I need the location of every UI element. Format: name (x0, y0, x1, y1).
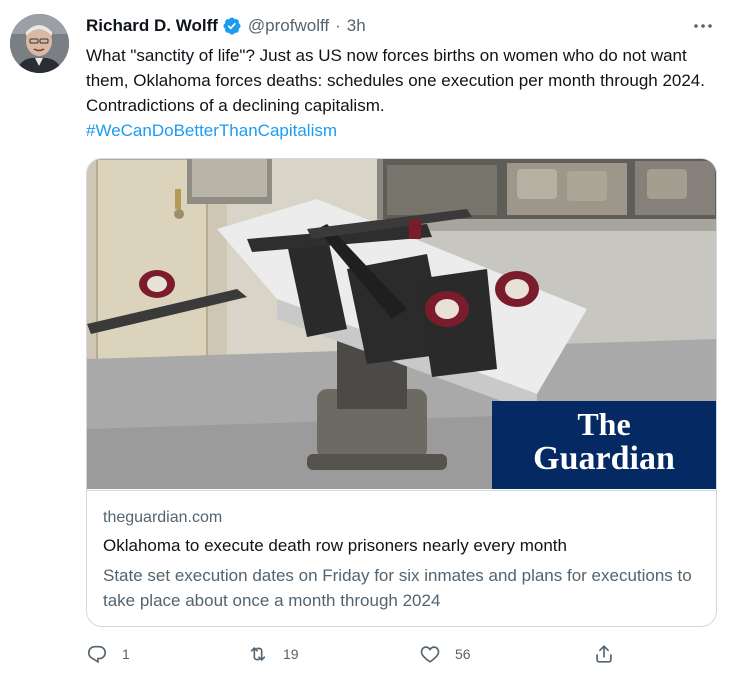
reply-icon (87, 645, 107, 664)
card-title: Oklahoma to execute death row prisoners … (103, 536, 567, 555)
tweet-body: What "sanctity of life"? Just as US now … (86, 43, 716, 143)
retweet-button[interactable]: 19 (247, 643, 299, 665)
retweet-icon (250, 647, 266, 661)
card-image[interactable]: The Guardian (87, 159, 716, 489)
hashtag-link[interactable]: #WeCanDoBetterThanCapitalism (86, 118, 716, 143)
verified-badge-icon (223, 17, 241, 35)
author-handle[interactable]: @profwolff (248, 16, 329, 36)
heart-icon (420, 646, 440, 663)
link-card[interactable]: The Guardian theguardian.com Oklahoma to… (86, 158, 717, 627)
avatar-image (10, 14, 69, 73)
card-info[interactable]: theguardian.com Oklahoma to execute deat… (87, 490, 716, 626)
separator-dot: · (335, 16, 341, 35)
card-domain: theguardian.com (103, 509, 223, 526)
card-description: State set execution dates on Friday for … (103, 566, 692, 610)
like-count: 56 (455, 646, 471, 662)
avatar[interactable] (10, 14, 69, 73)
like-button[interactable]: 56 (419, 643, 471, 665)
reply-button[interactable]: 1 (86, 643, 130, 665)
share-button[interactable] (593, 643, 615, 665)
retweet-count: 19 (283, 646, 299, 662)
share-icon (596, 645, 612, 663)
guardian-logo-line2: Guardian (533, 440, 675, 477)
tweet-actions: 1 19 56 (0, 640, 733, 670)
tweet-header: Richard D. Wolff @profwolff · 3h (86, 15, 366, 37)
author-name[interactable]: Richard D. Wolff (86, 16, 218, 36)
execution-room-photo: The Guardian (87, 159, 716, 489)
more-button[interactable] (691, 17, 715, 35)
more-horizontal-icon (694, 24, 712, 28)
guardian-logo-line1: The (577, 406, 630, 442)
tweet-time[interactable]: 3h (347, 16, 366, 36)
tweet-text: What "sanctity of life"? Just as US now … (86, 46, 705, 115)
reply-count: 1 (122, 646, 130, 662)
